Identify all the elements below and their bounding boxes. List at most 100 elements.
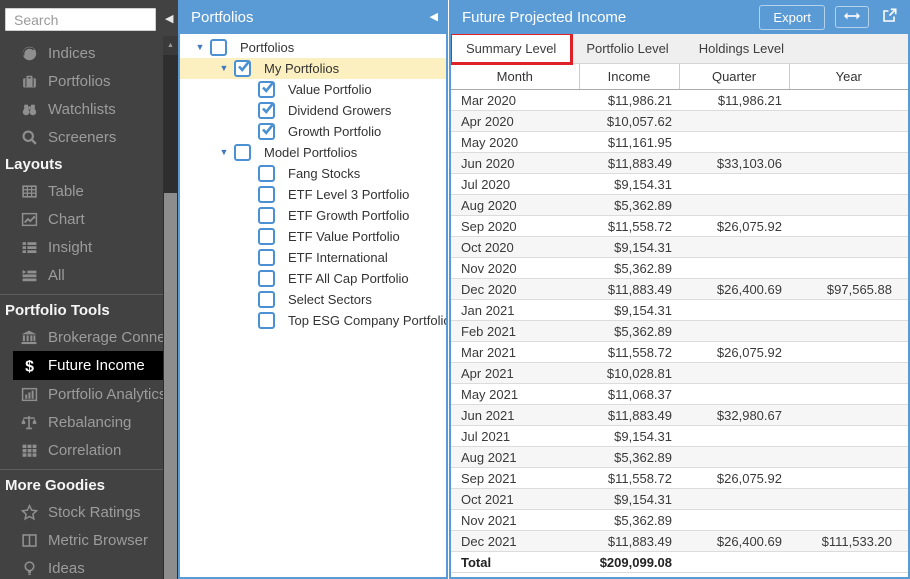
- scrollbar-thumb[interactable]: [164, 193, 177, 579]
- sidebar-item-ideas[interactable]: Ideas: [0, 554, 163, 579]
- sidebar-item-stock-ratings[interactable]: Stock Ratings: [0, 498, 163, 526]
- checkbox[interactable]: [258, 165, 275, 182]
- briefcase-icon: [19, 73, 39, 90]
- chevron-down-icon[interactable]: ▼: [214, 64, 234, 73]
- export-button[interactable]: Export: [759, 4, 825, 30]
- sidebar-item-label: Screeners: [48, 128, 117, 146]
- tree-item-value-portfolio[interactable]: Value Portfolio: [180, 79, 446, 100]
- sidebar-item-brokerage-connect[interactable]: Brokerage Connect: [0, 323, 177, 351]
- checkbox[interactable]: [258, 228, 275, 245]
- checkbox-checked[interactable]: [258, 81, 275, 98]
- tree-item-label: ETF International: [288, 250, 388, 265]
- table-row: Mar 2020 $11,986.21 $11,986.21: [451, 89, 908, 111]
- cell-quarter: [679, 131, 789, 153]
- cell-quarter: [679, 320, 789, 342]
- tab-holdings-level[interactable]: Holdings Level: [684, 34, 799, 63]
- sidebar-item-label: Insight: [48, 238, 93, 256]
- tree-item-etf-growth-portfolio[interactable]: ETF Growth Portfolio: [180, 205, 446, 226]
- sidebar-item-correlation[interactable]: Correlation: [0, 436, 163, 464]
- tree-item-dividend-growers[interactable]: Dividend Growers: [180, 100, 446, 121]
- globe-icon: [19, 45, 39, 62]
- column-header-quarter[interactable]: Quarter: [678, 64, 789, 90]
- cell-month: Jun 2021: [451, 404, 579, 426]
- cell-month: Jun 2020: [451, 152, 579, 174]
- sidebar-item-chart[interactable]: Chart: [0, 205, 163, 233]
- sidebar-item-rebalancing[interactable]: Rebalancing: [0, 408, 163, 436]
- cell-month: Aug 2021: [451, 446, 579, 468]
- tree-item-growth-portfolio[interactable]: Growth Portfolio: [180, 121, 446, 142]
- checkbox[interactable]: [258, 291, 275, 308]
- table-row: Apr 2020 $10,057.62: [451, 110, 908, 132]
- tree-item-top-esg-company-portfolio[interactable]: Top ESG Company Portfolio: [180, 310, 446, 331]
- table-row: Dec 2020 $11,883.49 $26,400.69 $97,565.88: [451, 278, 908, 300]
- magnifier-icon: [19, 129, 39, 146]
- column-header-month[interactable]: Month: [451, 64, 579, 90]
- income-tabs: Summary Level Portfolio Level Holdings Lev…: [451, 34, 908, 65]
- cell-month: Feb 2021: [451, 320, 579, 342]
- sidebar-item-all[interactable]: All: [0, 261, 163, 289]
- cell-income: $11,558.72: [579, 467, 679, 489]
- tab-portfolio-level[interactable]: Portfolio Level: [571, 34, 683, 63]
- checkbox-checked[interactable]: [234, 60, 251, 77]
- sidebar-item-label: Portfolios: [48, 72, 111, 90]
- sidebar-item-indices[interactable]: Indices: [0, 39, 163, 67]
- checkbox[interactable]: [234, 144, 251, 161]
- cell-year: [789, 173, 908, 195]
- tree-item-etf-all-cap-portfolio[interactable]: ETF All Cap Portfolio: [180, 268, 446, 289]
- table-row: Jul 2021 $9,154.31: [451, 425, 908, 447]
- checkbox-checked[interactable]: [258, 102, 275, 119]
- checkbox[interactable]: [258, 312, 275, 329]
- cell-year: [789, 425, 908, 447]
- column-header-year[interactable]: Year: [788, 64, 908, 90]
- sidebar-item-label: Indices: [48, 44, 96, 62]
- cell-month: Jan 2021: [451, 299, 579, 321]
- sidebar-item-table[interactable]: Table: [0, 177, 163, 205]
- tree-item-fang-stocks[interactable]: Fang Stocks: [180, 163, 446, 184]
- search-input[interactable]: [5, 8, 156, 31]
- cell-income: $11,986.21: [579, 89, 679, 111]
- scrollbar-up-icon[interactable]: ▲: [163, 36, 178, 55]
- collapse-left-icon[interactable]: ◀: [165, 14, 173, 25]
- chevron-down-icon[interactable]: ▼: [190, 43, 210, 52]
- sidebar-item-insight[interactable]: Insight: [0, 233, 163, 261]
- chevron-down-icon[interactable]: ▼: [214, 148, 234, 157]
- resize-horizontal-icon[interactable]: [835, 6, 869, 28]
- tree-item-etf-international[interactable]: ETF International: [180, 247, 446, 268]
- tree-item-select-sectors[interactable]: Select Sectors: [180, 289, 446, 310]
- tree-item-label: ETF Growth Portfolio: [288, 208, 410, 223]
- cell-year: [789, 110, 908, 132]
- checkbox[interactable]: [258, 270, 275, 287]
- collapse-left-icon[interactable]: ◀: [430, 11, 448, 23]
- checkbox[interactable]: [210, 39, 227, 56]
- tree-item-my-portfolios[interactable]: ▼ My Portfolios: [180, 58, 446, 79]
- sidebar-item-label: Watchlists: [48, 100, 116, 118]
- sidebar-item-portfolios[interactable]: Portfolios: [0, 67, 163, 95]
- cell-income: $9,154.31: [579, 173, 679, 195]
- checkbox-checked[interactable]: [258, 123, 275, 140]
- checkbox[interactable]: [258, 186, 275, 203]
- checkbox[interactable]: [258, 207, 275, 224]
- sidebar-scrollbar[interactable]: ▲: [163, 36, 178, 579]
- sidebar-item-watchlists[interactable]: Watchlists: [0, 95, 163, 123]
- tree-item-model-portfolios[interactable]: ▼ Model Portfolios: [180, 142, 446, 163]
- income-panel-title: Future Projected Income: [462, 8, 627, 26]
- cell-year: [789, 404, 908, 426]
- sidebar-item-metric-browser[interactable]: Metric Browser: [0, 526, 163, 554]
- cell-income: $11,883.49: [579, 152, 679, 174]
- tree-item-portfolios[interactable]: ▼ Portfolios: [180, 37, 446, 58]
- sidebar-item-future-income[interactable]: $ Future Income: [13, 351, 163, 380]
- sidebar-item-portfolio-analytics[interactable]: Portfolio Analytics: [0, 380, 166, 408]
- tree-item-etf-value-portfolio[interactable]: ETF Value Portfolio: [180, 226, 446, 247]
- checkbox[interactable]: [258, 249, 275, 266]
- table-row: Oct 2020 $9,154.31: [451, 236, 908, 258]
- tree-item-etf-level-3-portfolio[interactable]: ETF Level 3 Portfolio: [180, 184, 446, 205]
- open-external-icon[interactable]: [881, 5, 898, 29]
- tab-summary-level[interactable]: Summary Level: [451, 34, 574, 65]
- cell-quarter: [679, 110, 789, 132]
- app-window: ◀ Indices Portfolios Watchlists Screener…: [0, 0, 910, 579]
- sidebar-item-screeners[interactable]: Screeners: [0, 123, 163, 151]
- column-header-income[interactable]: Income: [578, 64, 679, 90]
- tree-item-label: ETF Level 3 Portfolio: [288, 187, 410, 202]
- cell-quarter: $26,400.69: [679, 278, 789, 300]
- cell-year: [789, 446, 908, 468]
